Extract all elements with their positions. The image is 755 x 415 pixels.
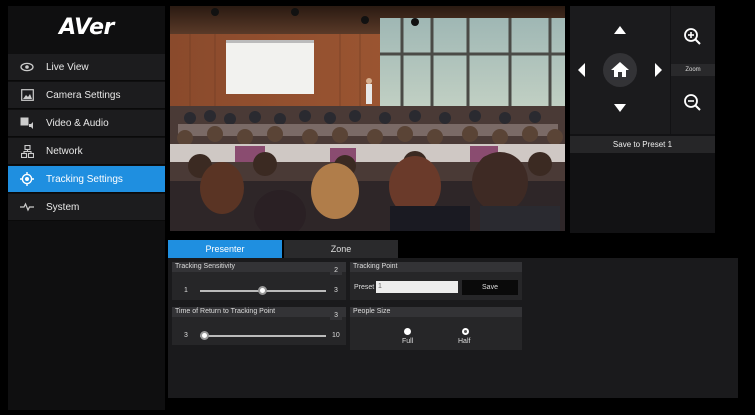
home-icon[interactable] [603,53,637,87]
app-root: AVer Live View Camera Settings Video & A… [0,0,755,415]
tracking-target-icon [20,172,34,186]
tracking-sensitivity-value: 2 [330,266,342,275]
aver-logo: AVer [59,14,114,40]
preset-input[interactable]: 1 [376,281,458,293]
sidebar-item-video-audio[interactable]: Video & Audio [8,110,165,137]
sidebar-item-live-view[interactable]: Live View [8,54,165,81]
return-time-max: 10 [332,332,340,339]
sidebar-item-label: Video & Audio [46,117,109,129]
tracking-sensitivity-title: Tracking Sensitivity [172,262,346,272]
arrow-left-icon[interactable] [578,63,585,77]
sidebar-item-label: Camera Settings [46,89,121,101]
save-to-preset-button[interactable]: Save to Preset 1 [570,136,715,153]
return-time-track[interactable] [200,335,326,337]
people-size-full-label: Full [402,338,414,345]
tracking-sensitivity-min: 1 [184,287,188,294]
arrow-right-icon[interactable] [655,63,662,77]
sidebar-item-label: Live View [46,61,89,73]
people-size-half-radio[interactable] [462,328,469,335]
presenter-settings-panel: Tracking Sensitivity 2 1 3 Time of Retur… [168,258,738,398]
people-size-box: People Size Full Half [350,307,522,350]
return-time-handle[interactable] [200,331,209,340]
sidebar: AVer Live View Camera Settings Video & A… [8,6,165,410]
sidebar-item-tracking-settings[interactable]: Tracking Settings [8,166,165,193]
people-size-title: People Size [350,307,522,317]
zoom-out-icon[interactable] [683,93,703,113]
sidebar-item-label: System [46,201,80,213]
return-time-box: Time of Return to Tracking Point 3 3 10 [172,307,346,345]
zoom-in-icon[interactable] [683,27,703,47]
return-time-min: 3 [184,332,188,339]
tab-zone[interactable]: Zone [284,240,398,258]
sidebar-item-camera-settings[interactable]: Camera Settings [8,82,165,109]
tracking-point-title: Tracking Point [350,262,522,272]
image-icon [20,88,34,102]
ptz-zoom-column: Zoom [671,6,715,134]
arrow-up-icon[interactable] [614,26,626,34]
network-icon [20,144,34,158]
sidebar-item-network[interactable]: Network [8,138,165,165]
sidebar-item-label: Network [46,145,83,157]
sidebar-item-label: Tracking Settings [46,173,123,185]
tracking-sensitivity-handle[interactable] [258,286,267,295]
tracking-sensitivity-max: 3 [334,287,338,294]
tracking-point-box: Tracking Point Preset 1 Save [350,262,522,300]
save-button[interactable]: Save [462,280,518,295]
arrow-down-icon[interactable] [614,104,626,112]
zoom-label: Zoom [671,64,715,76]
preset-label: Preset [354,284,375,291]
video-audio-icon [20,116,34,130]
people-size-full-radio[interactable] [404,328,411,335]
return-time-title: Time of Return to Tracking Point [172,307,346,317]
live-video-feed [170,6,565,231]
pulse-icon [20,200,34,214]
ptz-control-panel: Zoom Save to Preset 1 [570,6,715,233]
sidebar-item-system[interactable]: System [8,194,165,221]
tab-presenter[interactable]: Presenter [168,240,282,258]
return-time-value: 3 [330,311,342,320]
ptz-direction-pad [570,6,670,134]
eye-icon [20,60,34,74]
tracking-sensitivity-box: Tracking Sensitivity 2 1 3 [172,262,346,300]
people-size-half-label: Half [458,338,471,345]
tracking-tabs: Presenter Zone [168,240,400,258]
